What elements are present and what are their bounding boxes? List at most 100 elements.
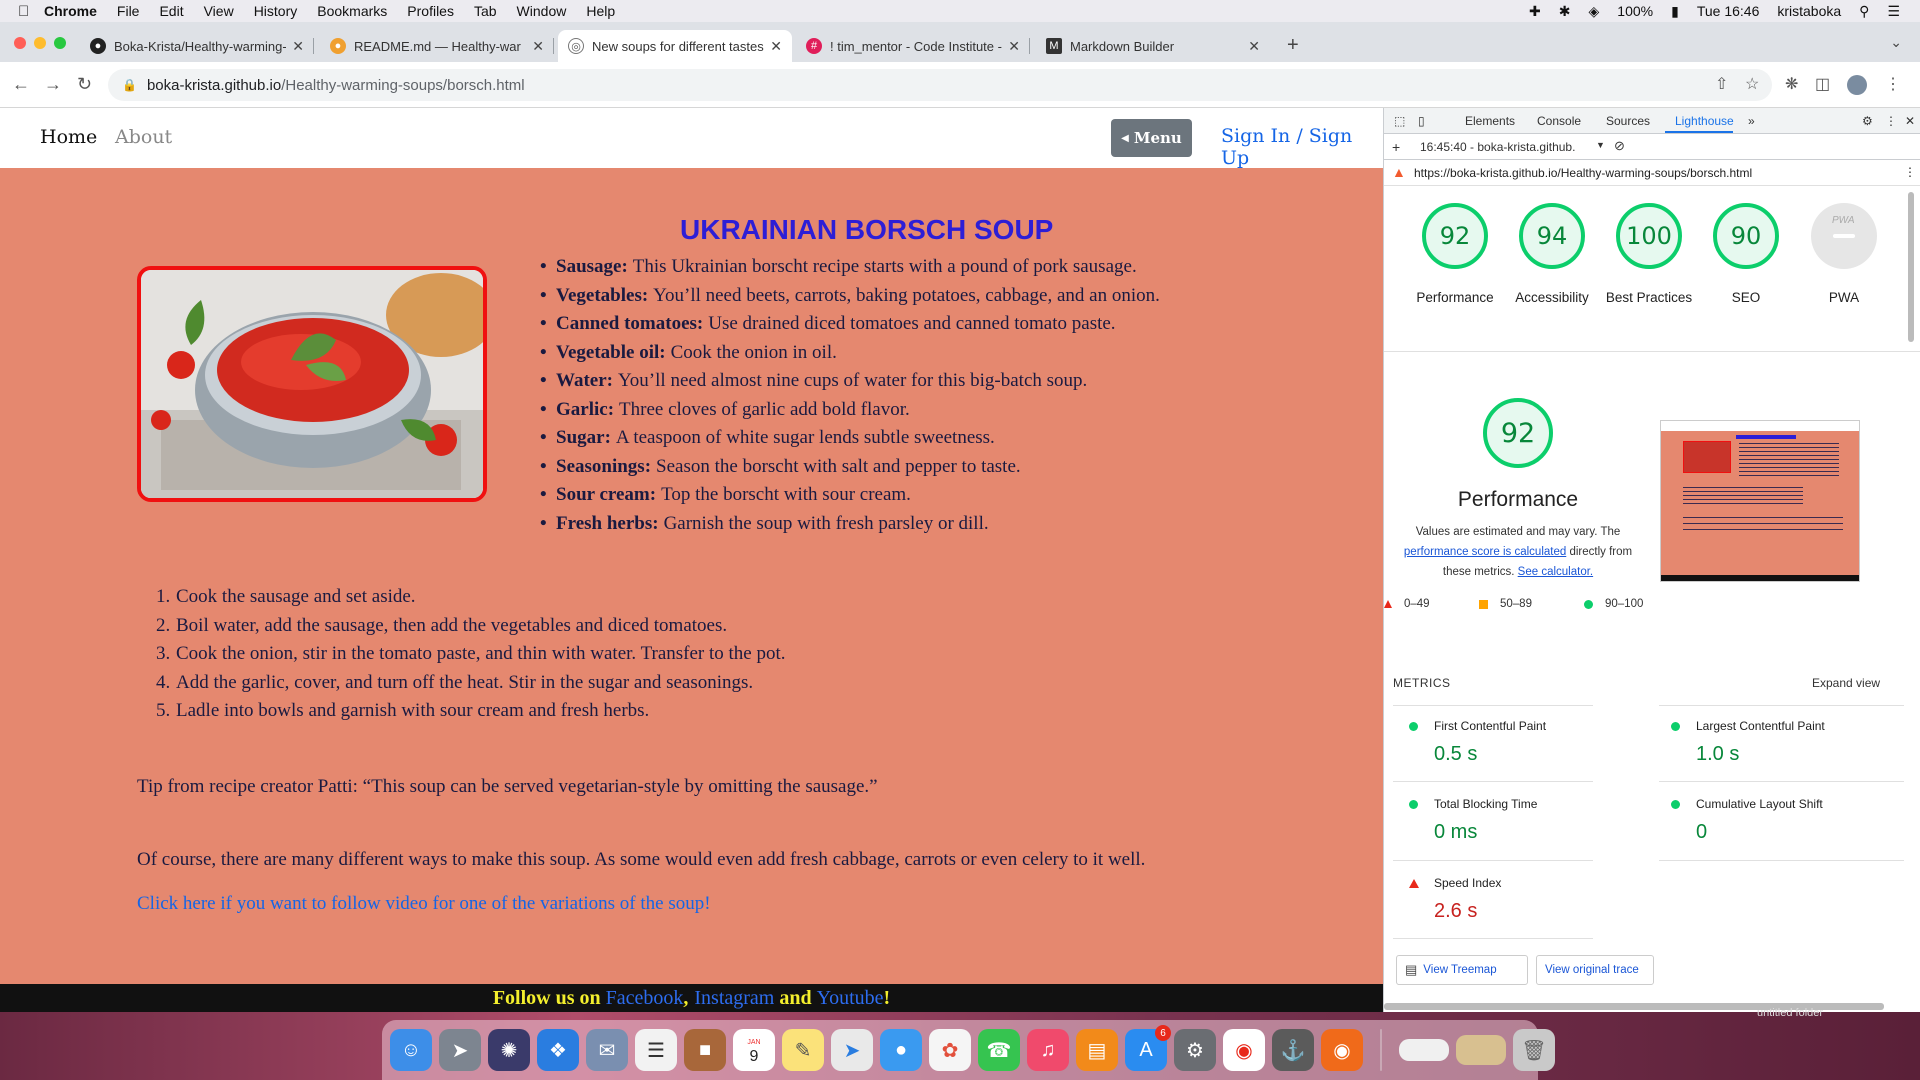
bookmark-star-icon[interactable]: ☆ xyxy=(1745,74,1759,94)
menu-profiles[interactable]: Profiles xyxy=(407,3,454,19)
new-tab-icon[interactable]: + xyxy=(1287,34,1299,57)
menu-tab[interactable]: Tab xyxy=(474,3,497,19)
clock[interactable]: Tue 16:46 xyxy=(1697,3,1760,19)
safari-icon[interactable]: ❖ xyxy=(537,1029,579,1071)
reload-icon[interactable]: ↻ xyxy=(77,74,92,95)
menu-window[interactable]: Window xyxy=(517,3,567,19)
device-toolbar-icon[interactable]: ▯ xyxy=(1418,114,1425,128)
dock-folder-thumbnail[interactable] xyxy=(1456,1035,1506,1065)
menu-bookmarks[interactable]: Bookmarks xyxy=(317,3,387,19)
share-icon[interactable]: ⇧ xyxy=(1715,74,1728,94)
menu-view[interactable]: View xyxy=(204,3,234,19)
page-screenshot-thumbnail[interactable] xyxy=(1660,420,1860,582)
notes-icon[interactable]: ✎ xyxy=(782,1029,824,1071)
chrome-menu-icon[interactable]: ⋮ xyxy=(1885,74,1901,94)
music-icon[interactable]: ♫ xyxy=(1027,1029,1069,1071)
video-link[interactable]: Click here if you want to follow video f… xyxy=(137,893,711,915)
menu-app-name[interactable]: Chrome xyxy=(44,3,97,19)
plus-icon[interactable]: ✚ xyxy=(1529,3,1541,20)
chrome-icon[interactable]: ◉ xyxy=(1223,1029,1265,1071)
score-gauge-best-practices[interactable]: 100 xyxy=(1616,203,1682,269)
tab-elements[interactable]: Elements xyxy=(1465,114,1515,128)
view-trace-button[interactable]: View original trace xyxy=(1536,955,1654,985)
apple-icon[interactable]:  xyxy=(18,3,44,20)
score-gauge-performance[interactable]: 92 xyxy=(1422,203,1488,269)
nav-about-link[interactable]: About xyxy=(115,126,172,148)
trash-icon[interactable]: 🗑 xyxy=(1513,1029,1555,1071)
menu-help[interactable]: Help xyxy=(586,3,615,19)
tab-close-icon[interactable]: ✕ xyxy=(770,38,782,55)
mail-icon[interactable]: ✉ xyxy=(586,1029,628,1071)
dock-window-thumbnail[interactable] xyxy=(1399,1039,1449,1061)
user-name[interactable]: kristaboka xyxy=(1777,3,1841,19)
finder-icon[interactable]: ☺ xyxy=(390,1029,432,1071)
facetime-icon[interactable]: ☎ xyxy=(978,1029,1020,1071)
more-tabs-icon[interactable]: » xyxy=(1748,114,1755,128)
tab-close-icon[interactable]: ✕ xyxy=(532,38,544,55)
nav-home-link[interactable]: Home xyxy=(40,126,97,148)
tab-close-icon[interactable]: ✕ xyxy=(292,38,304,55)
menu-edit[interactable]: Edit xyxy=(159,3,183,19)
maps-icon[interactable]: ➤ xyxy=(831,1029,873,1071)
zoom-window-button[interactable] xyxy=(54,37,66,49)
battery-percent[interactable]: 100% xyxy=(1617,3,1653,19)
desktop-folder-label[interactable]: untitled folder xyxy=(1757,1007,1823,1019)
youtube-link[interactable]: Youtube xyxy=(817,987,884,1010)
tab-lighthouse[interactable]: Lighthouse xyxy=(1675,114,1734,128)
devtools-vertical-scrollbar[interactable] xyxy=(1908,192,1914,342)
lock-icon[interactable]: 🔒 xyxy=(122,78,137,92)
app-store-icon[interactable]: A6 xyxy=(1125,1025,1171,1071)
tab-close-icon[interactable]: ✕ xyxy=(1008,38,1020,55)
perf-score-link[interactable]: performance score is calculated xyxy=(1404,546,1566,558)
add-report-icon[interactable]: + xyxy=(1392,139,1400,155)
wifi-icon[interactable]: ◈ xyxy=(1589,3,1600,20)
tab-search-chevron-icon[interactable]: ⌄ xyxy=(1890,34,1902,51)
score-gauge-pwa[interactable]: PWA xyxy=(1811,203,1877,269)
devtools-close-icon[interactable]: ✕ xyxy=(1905,114,1915,128)
minimize-window-button[interactable] xyxy=(34,37,46,49)
inspect-icon[interactable]: ⬚ xyxy=(1394,114,1405,128)
menu-file[interactable]: File xyxy=(117,3,140,19)
sign-in-link[interactable]: Sign In / Sign Up xyxy=(1221,125,1383,169)
profile-avatar[interactable] xyxy=(1847,75,1867,95)
tab-github[interactable]: ● Boka-Krista/Healthy-warming- ✕ xyxy=(80,30,314,62)
calculator-link[interactable]: See calculator. xyxy=(1518,566,1593,578)
forward-icon[interactable]: → xyxy=(44,74,62,95)
report-dropdown-icon[interactable]: ▼ xyxy=(1596,140,1605,150)
extensions-icon[interactable]: ❋ xyxy=(1785,74,1798,94)
calendar-icon[interactable]: JAN 9 xyxy=(733,1029,775,1071)
spotlight-icon[interactable]: ⚲ xyxy=(1859,3,1869,20)
reminders-icon[interactable]: ☰ xyxy=(635,1029,677,1071)
tab-close-icon[interactable]: ✕ xyxy=(1248,38,1260,55)
back-icon[interactable]: ← xyxy=(12,74,30,95)
settings-gear-icon[interactable]: ⚙ xyxy=(1862,114,1873,128)
facebook-link[interactable]: Facebook xyxy=(606,987,684,1010)
books-icon[interactable]: ▤ xyxy=(1076,1029,1118,1071)
instagram-link[interactable]: Instagram xyxy=(694,987,774,1010)
tab-slack[interactable]: # ! tim_mentor - Code Institute - ✕ xyxy=(796,30,1030,62)
bluetooth-icon[interactable]: ✱ xyxy=(1559,3,1571,20)
messages-icon[interactable]: ● xyxy=(880,1029,922,1071)
clear-icon[interactable]: ⊘ xyxy=(1614,138,1625,154)
battery-icon[interactable]: ▮ xyxy=(1671,3,1679,20)
system-preferences-icon[interactable]: ⚙ xyxy=(1174,1029,1216,1071)
tab-sources[interactable]: Sources xyxy=(1606,114,1650,128)
tab-new-soups[interactable]: ◎ New soups for different tastes ✕ xyxy=(558,30,792,62)
siri-icon[interactable]: ✺ xyxy=(488,1029,530,1071)
notes-brown-icon[interactable]: ■ xyxy=(684,1029,726,1071)
score-gauge-accessibility[interactable]: 94 xyxy=(1519,203,1585,269)
tab-readme[interactable]: ● README.md — Healthy-war ✕ xyxy=(320,30,554,62)
control-center-icon[interactable]: ☰ xyxy=(1887,3,1900,20)
firefox-icon[interactable]: ◉ xyxy=(1321,1029,1363,1071)
score-gauge-seo[interactable]: 90 xyxy=(1713,203,1779,269)
close-window-button[interactable] xyxy=(14,37,26,49)
devtools-menu-icon[interactable]: ⋮ xyxy=(1885,114,1897,128)
audited-url[interactable]: https://boka-krista.github.io/Healthy-wa… xyxy=(1414,166,1752,180)
view-treemap-button[interactable]: ▤ View Treemap xyxy=(1396,955,1528,985)
menu-history[interactable]: History xyxy=(254,3,298,19)
side-panel-icon[interactable]: ◫ xyxy=(1815,74,1830,94)
tab-markdown-builder[interactable]: M Markdown Builder ✕ xyxy=(1036,30,1270,62)
address-bar[interactable]: 🔒 boka-krista.github.io/Healthy-warming-… xyxy=(108,69,1772,101)
utility-icon[interactable]: ⚓ xyxy=(1272,1029,1314,1071)
menu-button[interactable]: ◀ Menu xyxy=(1111,119,1192,157)
